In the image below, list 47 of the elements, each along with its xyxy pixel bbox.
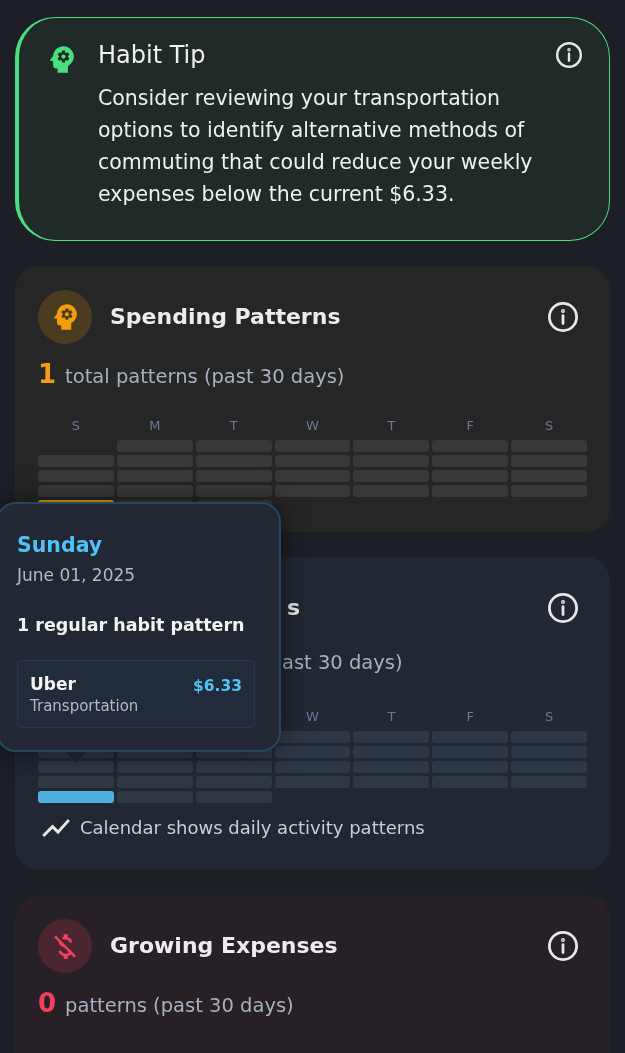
tip-text: Consider reviewing your transportation options to identify alternative methods of commuting that could reduce your weekly expenses below the current $6.33.: [98, 85, 534, 208]
item-category: Transportation: [30, 696, 139, 716]
tooltip-day: Sunday: [17, 533, 255, 557]
tooltip-summary: 1 regular habit pattern: [17, 614, 246, 637]
weekday-label: S: [544, 418, 554, 434]
weekday-label: T: [387, 418, 396, 434]
crossed-dollar-icon: [38, 919, 92, 973]
head-gear-icon: [50, 46, 74, 73]
weekday-label: S: [71, 418, 81, 434]
card-title: s: [287, 594, 301, 622]
tooltip-date: June 01, 2025: [17, 564, 137, 586]
footer-note: Calendar shows daily activity patterns: [80, 816, 425, 840]
habit-item[interactable]: Uber Transportation $6.33: [17, 660, 255, 728]
pattern-summary: patterns (past 30 days): [65, 993, 294, 1019]
weekday-label: T: [387, 709, 396, 725]
head-gear-icon: [38, 290, 92, 344]
pattern-summary: ast 30 days): [282, 650, 403, 676]
calendar-day[interactable]: [195, 761, 272, 773]
card-title: Habit Tip: [98, 41, 206, 69]
item-amount: $6.33: [192, 676, 242, 696]
info-icon: [548, 302, 578, 332]
pattern-count: 1: [38, 359, 57, 389]
info-button[interactable]: [548, 302, 578, 332]
weekday-label: W: [306, 709, 319, 725]
calendar-day[interactable]: [195, 485, 272, 497]
info-button[interactable]: [548, 931, 578, 961]
weekday-label: F: [466, 709, 474, 725]
pattern-count: 0: [38, 988, 57, 1018]
weekday-label: F: [466, 418, 474, 434]
weekday-label: W: [306, 418, 319, 434]
info-button[interactable]: [556, 42, 582, 68]
card-title: Growing Expenses: [110, 932, 338, 960]
info-icon: [548, 931, 578, 961]
calendar-day[interactable]: [116, 761, 193, 773]
calendar-day[interactable]: [274, 746, 351, 758]
calendar-day[interactable]: [38, 761, 114, 773]
info-icon: [548, 593, 578, 623]
weekday-label: S: [544, 709, 554, 725]
weekday-label: M: [149, 418, 161, 434]
pattern-summary: total patterns (past 30 days): [65, 364, 345, 390]
info-button[interactable]: [548, 593, 578, 623]
info-icon: [556, 42, 582, 68]
trend-line-icon: [42, 819, 70, 837]
card-title: Spending Patterns: [110, 303, 341, 331]
calendar-day[interactable]: [38, 791, 114, 803]
weekday-label: T: [229, 418, 238, 434]
item-name: Uber: [30, 673, 77, 695]
